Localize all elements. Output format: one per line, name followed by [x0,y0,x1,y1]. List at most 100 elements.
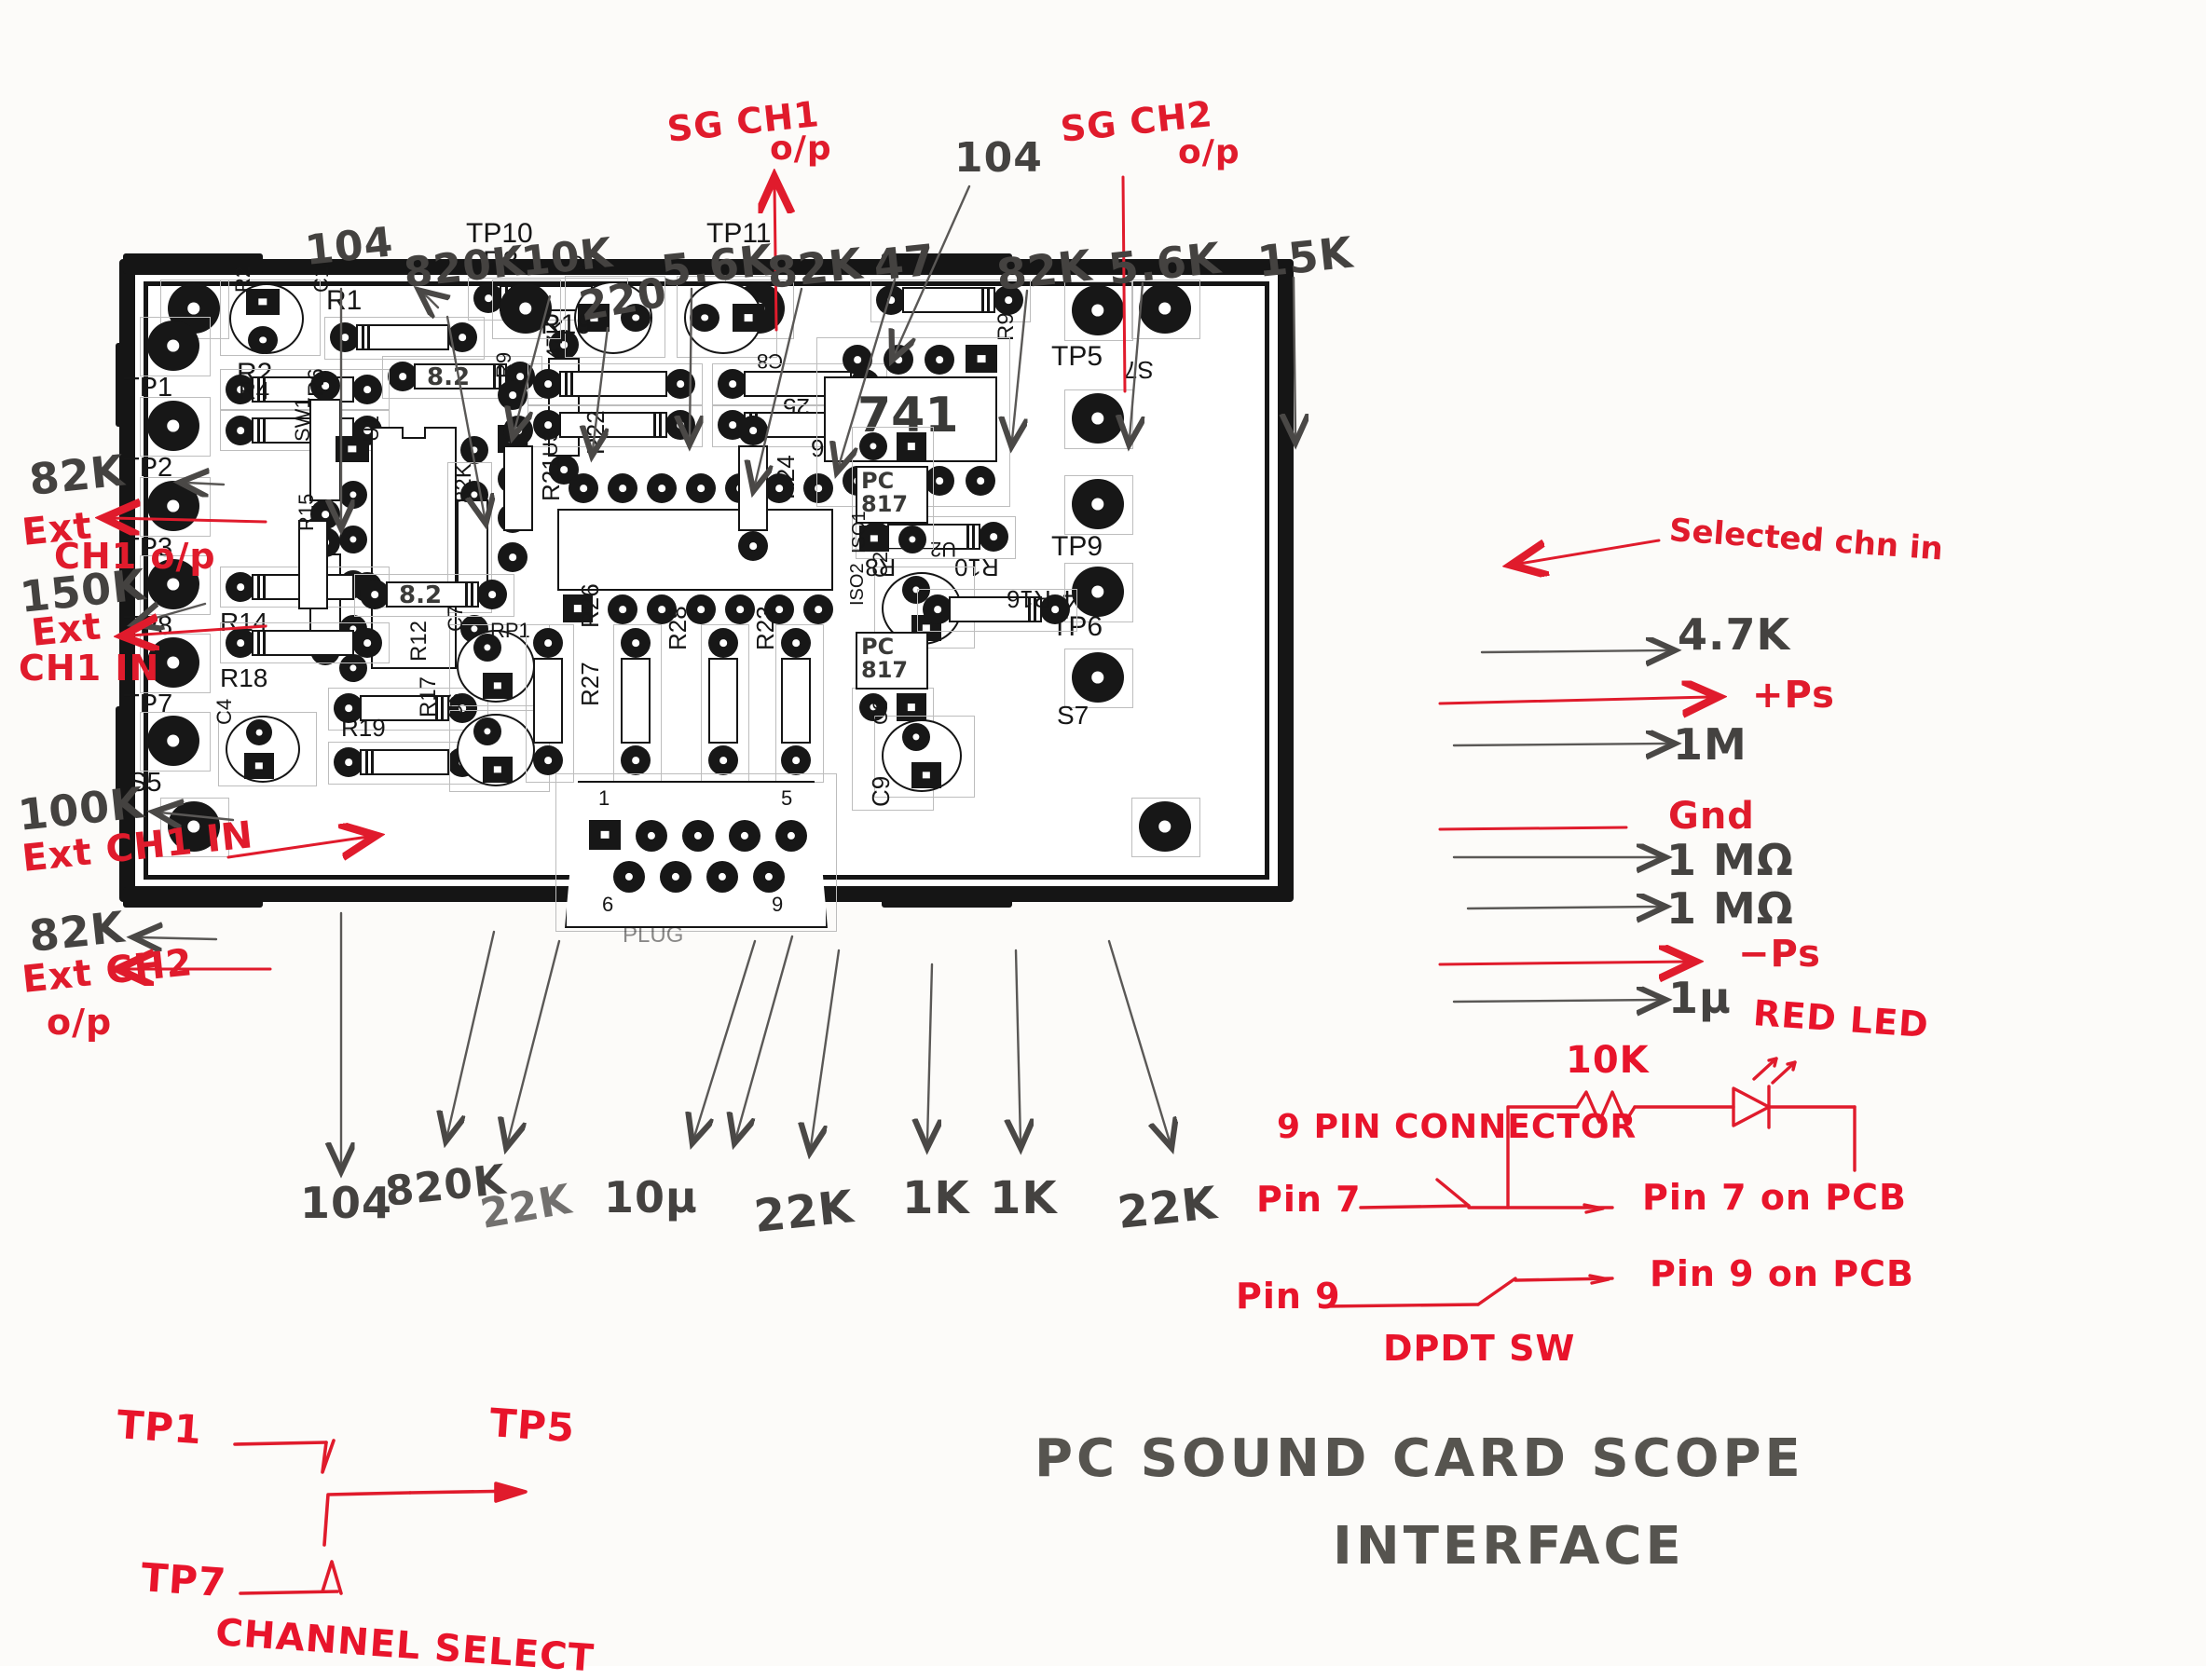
annotation-pin9: Pin 9 [1236,1276,1341,1317]
opto-iso1-pin [859,432,887,460]
annotation-minus-ps: −Ps [1738,933,1821,976]
ic-u3-pin [686,473,716,503]
ic-u1-pin [339,526,367,553]
silk-label-r4: R4 [239,376,270,404]
ic-u1-pin [339,481,367,509]
silk-label-r9: R9 [492,351,515,378]
board-notch-bottom-left [123,887,263,908]
silk-label-r12: R12 [406,620,432,662]
testpoint-pad-s7 [1072,652,1124,703]
ic-u3-body [557,509,833,591]
annotation-pin9-on-pcb: Pin 9 on PCB [1650,1253,1914,1294]
silk-label-c6: C6 [444,692,467,719]
annotation-cs-tp5: TP5 [487,1400,577,1452]
resistor-r4-pad2 [352,375,382,404]
annotation-sg-ch2-sub: o/p [1178,133,1240,171]
silk-label-iso1: ISO1 [849,511,870,553]
dsub-pad-1 [589,820,621,850]
board-notch-bottom-right [882,887,1012,908]
resistor-r20-body [781,658,811,744]
annotation-ext-ch1-in-2: CH1 IN [19,648,160,689]
resistor-r27-pad1 [533,628,563,658]
testpoint-pad-tp3 [147,481,199,531]
silk-label-r15: R15 [295,493,318,531]
silk-label-u1: U1 [360,415,383,442]
handwritten-pc817-upper: PC 817 [861,468,909,518]
annotation-1u: 1μ [1668,973,1732,1023]
resistor-r28-pad1 [621,628,651,658]
silk-label-r22: R22 [582,410,610,455]
capacitor-c3-pad2 [911,762,941,788]
annotation-82k-left-upper: 82K [26,444,128,505]
resistor-r24-pad [738,416,768,445]
capacitor-c1-pad1 [246,289,280,315]
resistor-r18-body [252,630,354,656]
handwritten-pc817-lower: PC 817 [861,634,909,684]
silk-label-r21: R21 [537,457,565,501]
pcb-silkscreen-drawing: TP1 TP2 TP3 TP8 TP7 S5 C1 R2 R1 R2 R3 8.… [116,220,1294,947]
capacitor-c8-pad1 [690,304,719,332]
annotation-cs-tp1: TP1 [115,1401,204,1454]
annotation-sg-ch1-sub: o/p [770,130,832,168]
annotation-22k-bottom-c: 22K [1115,1177,1220,1239]
resistor-r23-pad1 [708,628,738,658]
resistor-r21-body-vertical [503,445,533,531]
annotation-pin7-on-pcb: Pin 7 on PCB [1642,1177,1907,1218]
annotation-104-top-left: 104 [302,218,396,275]
dsub-pad-5 [775,820,807,852]
dsub-pad-9 [753,861,785,893]
resistor-r15-body-vertical [298,520,328,609]
capacitor-c6-pad1 [473,717,501,745]
dsub-pin6-number: 6 [602,893,614,916]
ic-u1-pin [460,436,488,464]
testpoint-pad-tp9 [1072,479,1124,529]
annotation-dpdt-switch: DPDT SW [1383,1328,1576,1369]
resistor-82b-pad2 [477,580,507,609]
annotation-plus-ps: +Ps [1752,674,1835,717]
silk-label-r17: R17 [416,676,441,717]
testpoint-pad-tp4 [1072,393,1124,444]
silk-label-iso2: ISO2 [847,563,868,606]
annotation-1mohm-b: 1 MΩ [1666,883,1794,934]
silk-label-sw1: SW1 [291,397,314,442]
annotation-47-top: 47 [870,234,939,291]
dsub-pad-6 [613,861,645,893]
ic-u3-pin [608,594,637,624]
silk-label-s7b: S7 [1057,701,1089,730]
dsub-9pin-connector: 1 5 6 9 [565,781,828,928]
silk-label-c4: C4 [212,698,236,725]
silk-label-c7: C7 [444,605,467,632]
testpoint-pad-s5 [147,716,199,766]
capacitor-c4-pad1 [246,719,272,745]
resistor-r27-pad2 [533,745,563,775]
dsub-pad-3 [682,820,714,852]
opto-iso1-pin1 [897,432,926,460]
resistor-body [559,371,667,397]
led-dpdt-circuit: 10K RED LED 9 PIN CONNECTOR Pin 7 Pin 9 … [1236,992,2190,1366]
annotation-5k6-top-right: 5.6K [1105,232,1224,294]
dsub-pad-8 [706,861,738,893]
resistor-r24-pad [738,531,768,561]
resistor-r10-pad2 [979,522,1008,552]
annotation-selected-chn-in: Selected chn in [1667,512,1945,568]
dsub-pad-2 [636,820,667,852]
resistor-r24-body-vertical [738,445,768,531]
resistor-r20-pad1 [781,628,811,658]
channel-select-schematic: TP1 TP7 TP5 CHANNEL SELECT [116,1379,708,1680]
annotation-ext-ch2-out-2: o/p [47,1002,113,1043]
resistor-r28-body [621,658,651,744]
silk-label-r16: R16 [1007,585,1051,613]
capacitor-c4-pad2 [244,753,274,779]
silk-label-r6: R6 [304,368,329,397]
silk-label-r19: R19 [341,714,386,742]
silk-label-s7: S7 [1124,356,1154,384]
resistor-r23-body [708,658,738,744]
silk-label-r28: R28 [664,606,692,650]
testpoint-pad-tp1 [147,321,199,371]
opto-iso1-pin-b [898,526,926,553]
pad-column [498,542,528,572]
resistor-r11-body [902,287,995,313]
ic-u3-pin [608,473,637,503]
dsub-pad-7 [660,861,692,893]
testpoint-pad-tp2 [147,401,199,451]
